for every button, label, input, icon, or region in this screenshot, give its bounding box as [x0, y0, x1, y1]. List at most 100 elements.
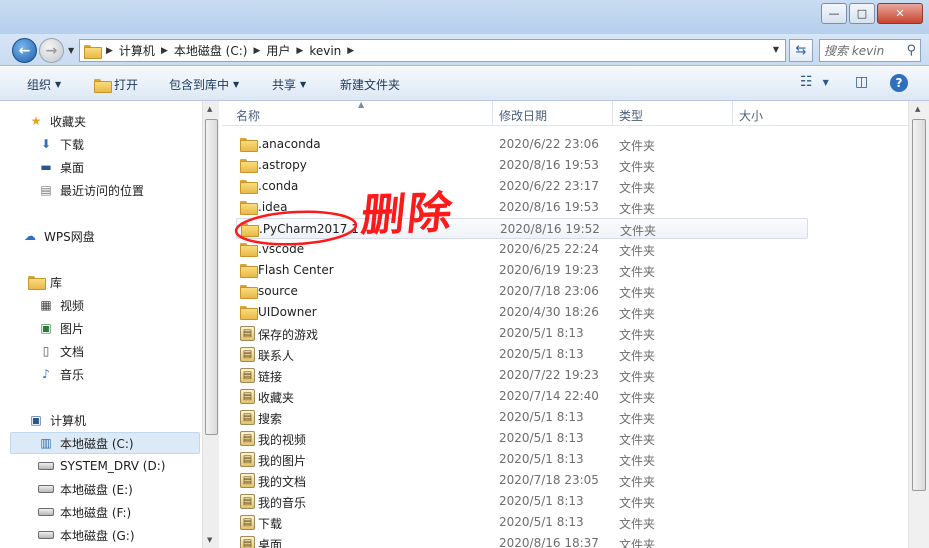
- file-type: 文件夹: [619, 265, 656, 279]
- scroll-up-icon[interactable]: ▲: [207, 105, 212, 113]
- nav-drive-e[interactable]: 本地磁盘 (E:): [38, 478, 133, 500]
- search-icon[interactable]: ⚲: [906, 43, 916, 58]
- table-row[interactable]: .PyCharm2017.1 2020/8/16 19:52 文件夹: [236, 218, 808, 239]
- nav-documents[interactable]: ▯ 文档: [38, 340, 84, 362]
- file-date: 2020/6/19 19:23: [499, 263, 599, 277]
- table-row[interactable]: UIDowner 2020/4/30 18:26 文件夹: [236, 302, 808, 323]
- nav-desktop[interactable]: ▬ 桌面: [38, 156, 84, 178]
- navigation-pane: ★ 收藏夹 ⬇ 下载 ▬ 桌面 ▤ 最近访问的位置 ☁ WPS网盘 库 ▦ 视频…: [0, 101, 219, 548]
- address-row: ← → ▼ ▶ 计算机 ▶ 本地磁盘 (C:) ▶ 用户 ▶ kevin ▶ ▼…: [0, 34, 929, 66]
- preview-pane-button[interactable]: ◫: [855, 74, 868, 90]
- file-type: 文件夹: [619, 391, 656, 405]
- nav-drive-c[interactable]: ▥ 本地磁盘 (C:): [10, 432, 200, 454]
- organize-button[interactable]: 组织 ▼: [27, 76, 61, 93]
- chevron-right-icon[interactable]: ▶: [253, 46, 260, 56]
- table-row[interactable]: ▤ 联系人 2020/5/1 8:13 文件夹: [236, 344, 808, 365]
- folder-icon: [240, 180, 258, 194]
- nav-drive-d[interactable]: SYSTEM_DRV (D:): [38, 455, 165, 477]
- table-row[interactable]: ▤ 我的文档 2020/7/18 23:05 文件夹: [236, 470, 808, 491]
- table-row[interactable]: ▤ 下载 2020/5/1 8:13 文件夹: [236, 512, 808, 533]
- document-icon: ▯: [42, 344, 50, 358]
- table-row[interactable]: .idea 2020/8/16 19:53 文件夹: [236, 197, 808, 218]
- nav-recent-places[interactable]: ▤ 最近访问的位置: [38, 179, 144, 201]
- file-name: .astropy: [258, 158, 307, 172]
- table-row[interactable]: ▤ 收藏夹 2020/7/14 22:40 文件夹: [236, 386, 808, 407]
- chevron-right-icon[interactable]: ▶: [296, 46, 303, 56]
- help-button[interactable]: ?: [890, 74, 908, 92]
- column-divider[interactable]: [612, 101, 613, 126]
- search-input[interactable]: [824, 43, 898, 58]
- table-row[interactable]: ▤ 搜索 2020/5/1 8:13 文件夹: [236, 407, 808, 428]
- table-row[interactable]: .conda 2020/6/22 23:17 文件夹: [236, 176, 808, 197]
- table-row[interactable]: .anaconda 2020/6/22 23:06 文件夹: [236, 134, 808, 155]
- file-name: 我的音乐: [258, 496, 307, 510]
- table-row[interactable]: ▤ 桌面 2020/8/16 18:37 文件夹: [236, 533, 808, 548]
- file-type: 文件夹: [619, 538, 656, 548]
- breadcrumb-computer[interactable]: 计算机: [119, 42, 155, 59]
- column-name[interactable]: 名称: [236, 107, 260, 124]
- table-row[interactable]: .astropy 2020/8/16 19:53 文件夹: [236, 155, 808, 176]
- download-folder-icon: ⬇: [40, 137, 52, 151]
- nav-documents-label: 文档: [60, 344, 85, 359]
- file-date: 2020/7/14 22:40: [499, 389, 599, 403]
- nav-drive-g[interactable]: 本地磁盘 (G:): [38, 524, 135, 546]
- address-bar[interactable]: ▶ 计算机 ▶ 本地磁盘 (C:) ▶ 用户 ▶ kevin ▶ ▼: [79, 39, 786, 62]
- breadcrumb-kevin[interactable]: kevin: [309, 44, 341, 58]
- nav-videos[interactable]: ▦ 视频: [38, 294, 84, 316]
- include-in-library-button[interactable]: 包含到库中 ▼: [169, 76, 239, 93]
- table-row[interactable]: ▤ 我的视频 2020/5/1 8:13 文件夹: [236, 428, 808, 449]
- minimize-button[interactable]: —: [821, 3, 847, 24]
- forward-button[interactable]: →: [39, 38, 64, 63]
- table-row[interactable]: Flash Center 2020/6/19 19:23 文件夹: [236, 260, 808, 281]
- nav-downloads[interactable]: ⬇ 下载: [38, 133, 84, 155]
- table-row[interactable]: ▤ 链接 2020/7/22 19:23 文件夹: [236, 365, 808, 386]
- file-type: 文件夹: [619, 475, 656, 489]
- close-button[interactable]: ✕: [877, 3, 923, 24]
- chevron-right-icon[interactable]: ▶: [161, 46, 168, 56]
- column-divider[interactable]: [492, 101, 493, 126]
- nav-pictures[interactable]: ▣ 图片: [38, 317, 84, 339]
- new-folder-button[interactable]: 新建文件夹: [340, 76, 400, 93]
- nav-wps-drive[interactable]: ☁ WPS网盘: [22, 225, 95, 247]
- refresh-button[interactable]: ⇆: [789, 39, 813, 62]
- table-row[interactable]: ▤ 我的图片 2020/5/1 8:13 文件夹: [236, 449, 808, 470]
- chevron-right-icon[interactable]: ▶: [347, 46, 354, 56]
- history-dropdown-icon[interactable]: ▼: [68, 46, 74, 55]
- nav-computer[interactable]: ▣ 计算机: [28, 409, 86, 431]
- file-date: 2020/5/1 8:13: [499, 431, 584, 445]
- nav-libraries[interactable]: 库: [28, 271, 62, 293]
- table-row[interactable]: .vscode 2020/6/25 22:24 文件夹: [236, 239, 808, 260]
- nav-favorites[interactable]: ★ 收藏夹: [28, 110, 86, 132]
- table-row[interactable]: ▤ 我的音乐 2020/5/1 8:13 文件夹: [236, 491, 808, 512]
- view-options-button[interactable]: ☷ ▼: [800, 74, 829, 90]
- column-divider[interactable]: [732, 101, 733, 126]
- scrollbar-thumb[interactable]: [912, 119, 926, 491]
- scrollbar-thumb[interactable]: [205, 119, 218, 435]
- file-type: 文件夹: [619, 496, 656, 510]
- nav-drive-e-label: 本地磁盘 (E:): [60, 482, 133, 497]
- column-size[interactable]: 大小: [739, 107, 763, 124]
- file-name: source: [258, 284, 298, 298]
- column-date[interactable]: 修改日期: [499, 107, 547, 124]
- table-row[interactable]: source 2020/7/18 23:06 文件夹: [236, 281, 808, 302]
- address-dropdown-icon[interactable]: ▼: [773, 45, 779, 54]
- chevron-right-icon[interactable]: ▶: [106, 46, 113, 56]
- breadcrumb-users[interactable]: 用户: [266, 42, 290, 59]
- special-folder-icon: ▤: [240, 389, 255, 404]
- table-row[interactable]: ▤ 保存的游戏 2020/5/1 8:13 文件夹: [236, 323, 808, 344]
- file-list: ▲ 名称 修改日期 类型 大小 .anaconda 2020/6/22 23:06…: [222, 101, 908, 548]
- scroll-up-icon[interactable]: ▲: [915, 105, 920, 113]
- open-button[interactable]: 打开: [94, 76, 138, 93]
- scroll-down-icon[interactable]: ▼: [207, 536, 212, 544]
- maximize-button[interactable]: □: [849, 3, 875, 24]
- column-type[interactable]: 类型: [619, 107, 643, 124]
- navigation-scrollbar[interactable]: ▲ ▼: [202, 101, 219, 548]
- annotation-text: 删除: [358, 187, 457, 242]
- breadcrumb-drive-c[interactable]: 本地磁盘 (C:): [174, 42, 248, 59]
- nav-music[interactable]: ♪ 音乐: [38, 363, 84, 385]
- nav-drive-f[interactable]: 本地磁盘 (F:): [38, 501, 131, 523]
- share-button[interactable]: 共享 ▼: [272, 76, 306, 93]
- file-list-scrollbar[interactable]: ▲: [908, 101, 929, 548]
- back-button[interactable]: ←: [12, 38, 37, 63]
- new-folder-label: 新建文件夹: [340, 78, 401, 92]
